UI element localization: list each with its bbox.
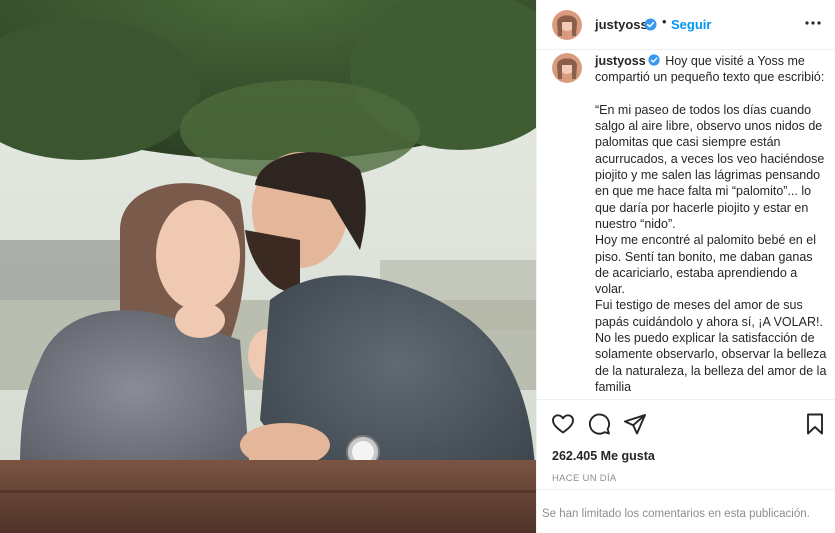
post-header: justyoss • Seguir — [537, 0, 835, 50]
verified-badge-icon — [644, 18, 657, 31]
heart-icon[interactable] — [551, 412, 575, 436]
bookmark-icon[interactable] — [803, 412, 827, 436]
post-caption: justyoss Hoy que visité a Yoss me compar… — [537, 50, 835, 399]
caption-avatar[interactable] — [552, 53, 582, 83]
couple-photo-image — [0, 0, 536, 533]
comments-limited-text: Se han limitado los comentarios en esta … — [542, 508, 810, 520]
share-icon[interactable] — [623, 412, 647, 436]
separator-dot: • — [662, 14, 667, 29]
action-bar — [537, 399, 835, 447]
comments-limited-notice: Se han limitado los comentarios en esta … — [537, 489, 835, 533]
comment-icon[interactable] — [587, 412, 611, 436]
caption-verified-badge-icon — [648, 54, 660, 66]
author-avatar[interactable] — [552, 10, 582, 40]
likes-count[interactable]: 262.405 Me gusta — [552, 449, 655, 463]
post-photo[interactable] — [0, 0, 536, 533]
follow-button[interactable]: Seguir — [671, 17, 711, 32]
author-username[interactable]: justyoss — [595, 17, 648, 32]
post-timestamp[interactable]: HACE UN DÍA — [552, 473, 617, 484]
caption-text: Hoy que visité a Yoss me compartió un pe… — [595, 54, 827, 394]
caption-body: justyoss Hoy que visité a Yoss me compar… — [595, 53, 827, 395]
post-sidebar: justyoss • Seguir justyoss Hoy que visit… — [536, 0, 835, 533]
caption-username[interactable]: justyoss — [595, 54, 646, 68]
more-options-icon[interactable] — [803, 13, 823, 33]
